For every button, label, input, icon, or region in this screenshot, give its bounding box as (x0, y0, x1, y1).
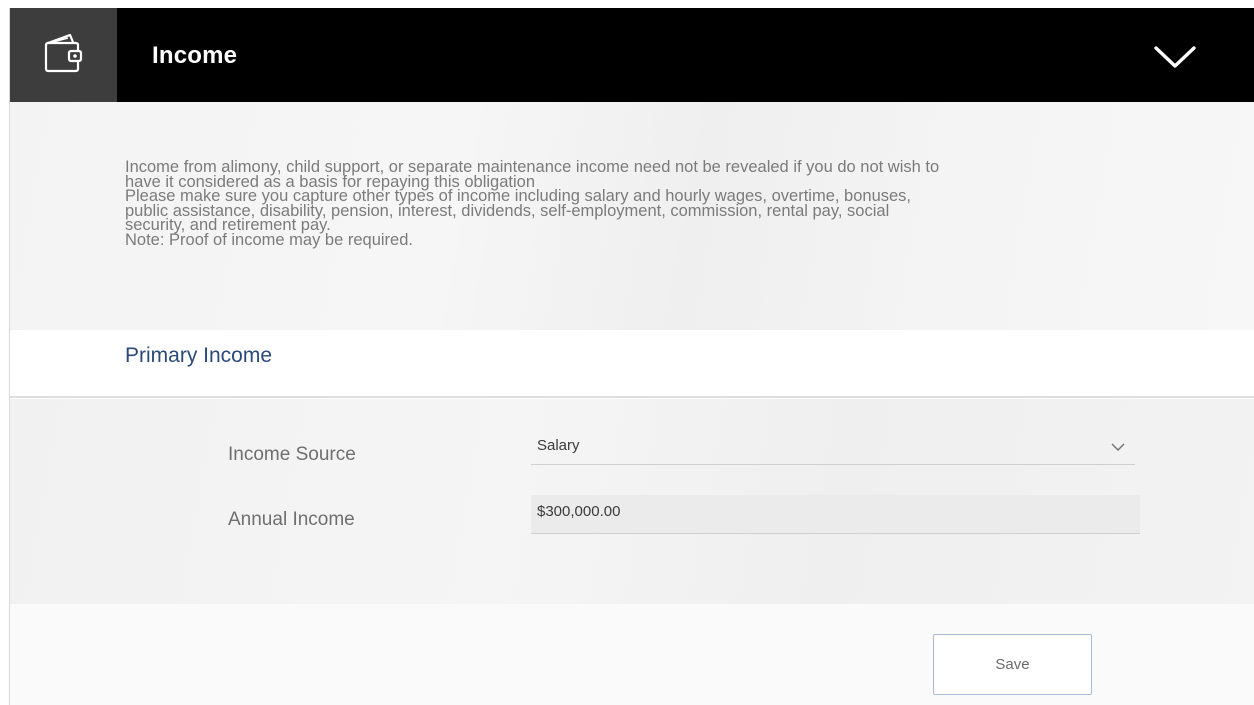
page-title: Income (152, 42, 238, 69)
income-source-label: Income Source (228, 444, 356, 465)
income-info: Income from alimony, child support, or s… (10, 102, 1254, 330)
chevron-down-icon (1111, 443, 1125, 451)
annual-income-value: $300,000.00 (537, 503, 621, 520)
save-button[interactable]: Save (933, 634, 1092, 695)
section-title: Primary Income (125, 344, 273, 367)
annual-income-input[interactable]: $300,000.00 (531, 495, 1140, 534)
annual-income-label: Annual Income (228, 509, 355, 530)
income-source-select[interactable]: Salary (531, 429, 1135, 465)
chevron-down-icon[interactable] (1152, 44, 1198, 72)
wallet-icon (44, 33, 83, 73)
income-panel: Income Income from alimony, child suppor… (9, 8, 1254, 705)
income-source-value: Salary (537, 437, 580, 454)
header-icon-box (10, 8, 117, 102)
primary-income-section: Primary Income (10, 330, 1254, 398)
income-disclaimer: Income from alimony, child support, or s… (125, 159, 1235, 249)
income-header[interactable]: Income (10, 8, 1254, 102)
disclaimer-line: Note: Proof of income may be required. (125, 230, 413, 249)
